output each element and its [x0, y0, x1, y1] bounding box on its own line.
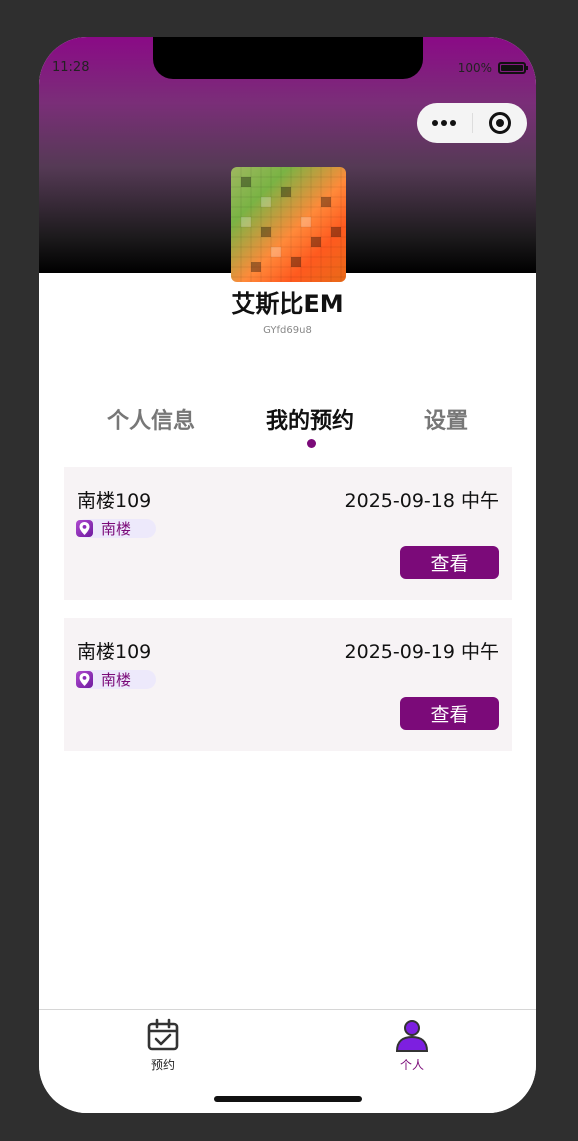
status-time: 11:28: [52, 60, 90, 75]
battery-icon: [498, 62, 528, 74]
device-notch: [153, 37, 423, 79]
profile-tabs: 个人信息 我的预约 设置: [39, 403, 536, 453]
home-indicator: [214, 1096, 362, 1102]
location-pin-icon: [76, 671, 93, 688]
booking-card: 南楼109 2025-09-19 中午 南楼 查看: [64, 618, 512, 751]
tabbar-item-booking[interactable]: 预约: [133, 1018, 193, 1073]
active-tab-indicator: [307, 439, 316, 448]
building-tag: 南楼: [76, 519, 156, 538]
tab-settings[interactable]: 设置: [424, 403, 468, 435]
mini-program-capsule: [417, 103, 527, 143]
booking-room: 南楼109: [77, 641, 152, 663]
battery-percent: 100%: [457, 61, 492, 75]
booking-room: 南楼109: [77, 490, 152, 512]
location-pin-icon: [76, 520, 93, 537]
calendar-check-icon: [147, 1018, 179, 1051]
more-dots-icon[interactable]: [417, 120, 472, 126]
building-tag: 南楼: [76, 670, 156, 689]
building-label: 南楼: [101, 671, 132, 689]
tab-my-bookings[interactable]: 我的预约: [266, 403, 354, 435]
status-right: 100%: [457, 61, 528, 75]
tab-personal-info[interactable]: 个人信息: [107, 403, 195, 435]
avatar[interactable]: [231, 167, 346, 282]
tabbar-label-profile: 个人: [399, 1058, 424, 1072]
booking-card: 南楼109 2025-09-18 中午 南楼 查看: [64, 467, 512, 600]
target-circle-icon[interactable]: [473, 112, 528, 134]
booking-date: 2025-09-19 中午: [344, 641, 499, 663]
tabbar-label-booking: 预约: [150, 1058, 175, 1072]
phone-screen: 11:28 100% 艾斯比EM GYfd69u8 个人信息 我的预约 设置 南…: [39, 37, 536, 1113]
profile-name: 艾斯比EM: [231, 290, 344, 318]
view-booking-button[interactable]: 查看: [400, 697, 499, 730]
booking-date: 2025-09-18 中午: [344, 490, 499, 512]
building-label: 南楼: [101, 520, 132, 538]
tabbar-item-profile[interactable]: 个人: [382, 1018, 442, 1073]
person-icon: [395, 1020, 429, 1052]
avatar-mosaic: [231, 167, 346, 282]
profile-uid: GYfd69u8: [263, 325, 312, 336]
view-booking-button[interactable]: 查看: [400, 546, 499, 579]
